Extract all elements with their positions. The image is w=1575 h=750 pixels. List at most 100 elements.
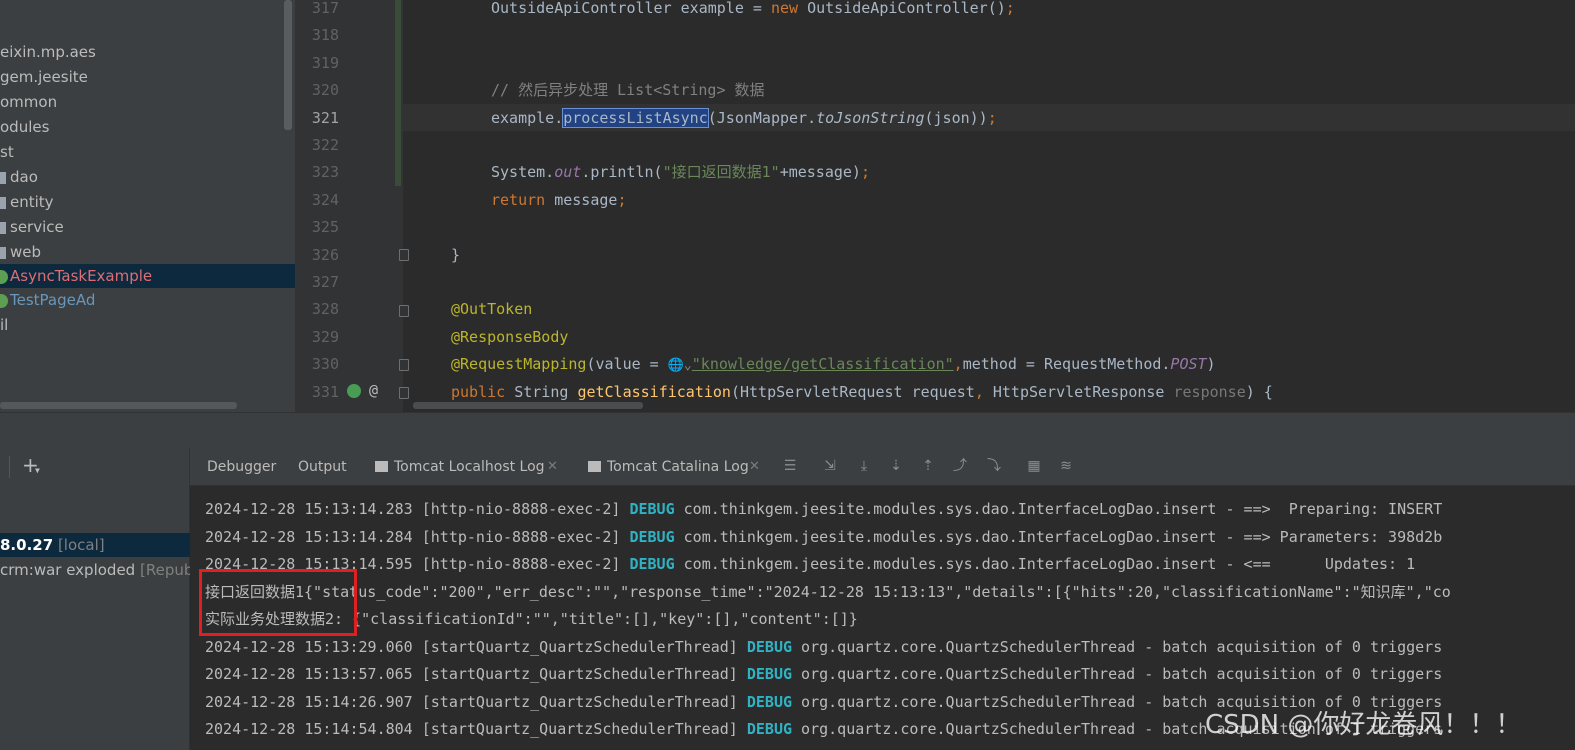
tree-item-package[interactable]: odules <box>0 115 49 139</box>
close-tab-icon[interactable]: ✕ <box>547 448 558 486</box>
code-token: "接口返回数据1" <box>662 163 780 182</box>
tree-item-package[interactable]: gem.jeesite <box>0 65 88 89</box>
log-text: 2024-12-28 15:13:14.283 [http-nio-8888-e… <box>205 500 630 518</box>
code-line[interactable]: OutsideApiController example = new Outsi… <box>491 0 1015 22</box>
line-number[interactable]: 330 <box>295 351 339 378</box>
line-number[interactable]: 319 <box>295 50 339 77</box>
line-number[interactable]: 329 <box>295 324 339 351</box>
line-number[interactable]: 325 <box>295 214 339 241</box>
tab-debugger[interactable]: Debugger <box>207 448 276 486</box>
code-line[interactable]: // 然后异步处理 List<String> 数据 <box>491 77 765 104</box>
fold-marker-icon[interactable] <box>399 249 409 261</box>
line-number[interactable]: 323 <box>295 159 339 186</box>
folder-icon <box>0 171 6 184</box>
tree-item-web[interactable]: web <box>0 240 41 264</box>
code-token: @OutToken <box>451 300 533 319</box>
code-token: POST <box>1170 355 1207 374</box>
log-line[interactable]: 2024-12-28 15:13:14.283 [http-nio-8888-e… <box>205 496 1442 523</box>
line-number[interactable]: 317 <box>295 0 339 22</box>
service-item-local[interactable]: 8.0.27 [local] <box>0 533 190 557</box>
code-line[interactable]: @RequestMapping(value = 🌐⌄"knowledge/get… <box>451 351 1216 378</box>
fold-marker-icon[interactable] <box>399 387 409 399</box>
tree-item-dao[interactable]: dao <box>0 165 38 189</box>
line-number[interactable]: 328 <box>295 296 339 323</box>
code-line[interactable]: @ResponseBody <box>451 324 568 351</box>
tree-item-service[interactable]: service <box>0 215 64 239</box>
code-line[interactable]: } <box>451 242 460 269</box>
line-number[interactable]: 320 <box>295 77 339 104</box>
class-icon <box>0 269 8 284</box>
line-number[interactable]: 322 <box>295 132 339 159</box>
service-item-war-exploded[interactable]: crm:war exploded [Republ <box>0 558 198 582</box>
show-execution-point-icon[interactable]: ⇲ <box>821 456 839 476</box>
vcs-change-marker[interactable] <box>395 0 401 186</box>
code-line[interactable]: example.processListAsync(JsonMapper.toJs… <box>491 105 997 132</box>
tree-item-package[interactable]: eixin.mp.aes <box>0 40 96 64</box>
tree-item-test-page-ad[interactable]: TestPageAd <box>0 288 95 312</box>
step-into-icon[interactable]: ⇣ <box>887 456 905 476</box>
tree-item-package[interactable]: ommon <box>0 90 57 114</box>
line-number[interactable]: 321 <box>295 105 339 132</box>
code-token: ; <box>1005 0 1015 17</box>
code-line[interactable]: return message; <box>491 187 626 214</box>
trace-settings-icon[interactable]: ≋ <box>1057 456 1075 476</box>
line-number[interactable]: 318 <box>295 22 339 49</box>
toolbar-separator <box>9 456 10 478</box>
code-token: @RequestMapping <box>451 355 587 374</box>
tool-window-header <box>0 412 1575 448</box>
log-level-debug: DEBUG <box>746 637 793 656</box>
drop-frame-icon[interactable]: ⤴ <box>951 456 969 476</box>
line-number[interactable]: 327 <box>295 269 339 296</box>
tree-vertical-scrollbar[interactable] <box>284 0 292 130</box>
log-line[interactable]: 2024-12-28 15:13:57.065 [startQuartz_Qua… <box>205 661 1442 688</box>
tab-output[interactable]: Output <box>298 448 347 486</box>
tree-item-entity[interactable]: entity <box>0 190 54 214</box>
close-tab-icon[interactable]: ✕ <box>749 448 760 486</box>
step-over-icon[interactable]: ⤓ <box>855 456 873 476</box>
code-token: OutsideApiController example = <box>491 0 771 17</box>
code-editor[interactable]: 317 318 319 320 321 322 323 324 325 326 327 328 329 3… <box>295 0 1575 412</box>
log-level-debug: DEBUG <box>629 555 675 573</box>
tree-item-package[interactable]: il <box>0 313 8 337</box>
line-number[interactable]: 331 <box>295 379 339 406</box>
code-token: ; <box>617 190 627 209</box>
code-token: example. <box>491 108 564 127</box>
log-text: 2024-12-28 15:14:26.907 [startQuartz_Qua… <box>205 692 747 711</box>
code-line[interactable]: @OutToken <box>451 296 532 323</box>
watermark: CSDN @你好龙卷风！！！ <box>1205 710 1522 740</box>
tree-horizontal-scrollbar[interactable] <box>0 402 237 409</box>
code-token: public <box>451 382 515 401</box>
spring-bean-icon[interactable] <box>347 384 361 398</box>
class-icon <box>0 293 8 308</box>
log-text: 2024-12-28 15:14:54.804 [startQuartz_Qua… <box>205 720 747 738</box>
log-line[interactable]: 2024-12-28 15:13:29.060 [startQuartz_Qua… <box>205 634 1442 661</box>
tab-tomcat-localhost-log[interactable]: Tomcat Localhost Log <box>375 448 545 486</box>
editor-horizontal-scrollbar[interactable] <box>413 402 643 409</box>
code-token: +message) <box>779 163 861 182</box>
request-mapping-at-icon[interactable]: @ <box>369 381 378 399</box>
log-line[interactable]: 接口返回数据1{"status_code":"200","err_desc":"… <box>205 579 1451 606</box>
log-text: org.quartz.core.QuartzSchedulerThread - … <box>792 637 1443 656</box>
tab-tomcat-catalina-log[interactable]: Tomcat Catalina Log <box>588 448 749 486</box>
line-number[interactable]: 326 <box>295 242 339 269</box>
menu-icon[interactable]: ☰ <box>781 456 799 476</box>
evaluate-expression-icon[interactable]: ▦ <box>1025 456 1043 476</box>
code-token: HttpServletResponse <box>992 382 1174 401</box>
log-text: 接口返回数据1{"status_code":"200","err_desc":"… <box>205 582 1451 601</box>
fold-marker-icon[interactable] <box>399 359 409 371</box>
tree-item-async-task-example[interactable]: AsyncTaskExample <box>0 264 295 288</box>
code-token: String <box>514 382 578 401</box>
log-line[interactable]: 2024-12-28 15:13:14.284 [http-nio-8888-e… <box>205 524 1442 551</box>
code-line[interactable]: System.out.println("接口返回数据1"+message); <box>491 159 870 186</box>
fold-marker-icon[interactable] <box>399 305 409 317</box>
code-token: (JsonMapper. <box>707 108 817 127</box>
step-out-icon[interactable]: ⇡ <box>919 456 937 476</box>
line-number[interactable]: 324 <box>295 187 339 214</box>
code-token: .println( <box>581 163 663 182</box>
code-token: // 然后异步处理 List<String> 数据 <box>491 81 765 100</box>
chevron-down-icon[interactable]: ▼ <box>35 466 40 475</box>
red-highlight-box <box>199 569 357 636</box>
run-to-cursor-icon[interactable]: ⤵ <box>985 456 1003 476</box>
tree-item-package[interactable]: st <box>0 140 14 164</box>
log-line[interactable]: 2024-12-28 15:13:14.595 [http-nio-8888-e… <box>205 551 1415 578</box>
